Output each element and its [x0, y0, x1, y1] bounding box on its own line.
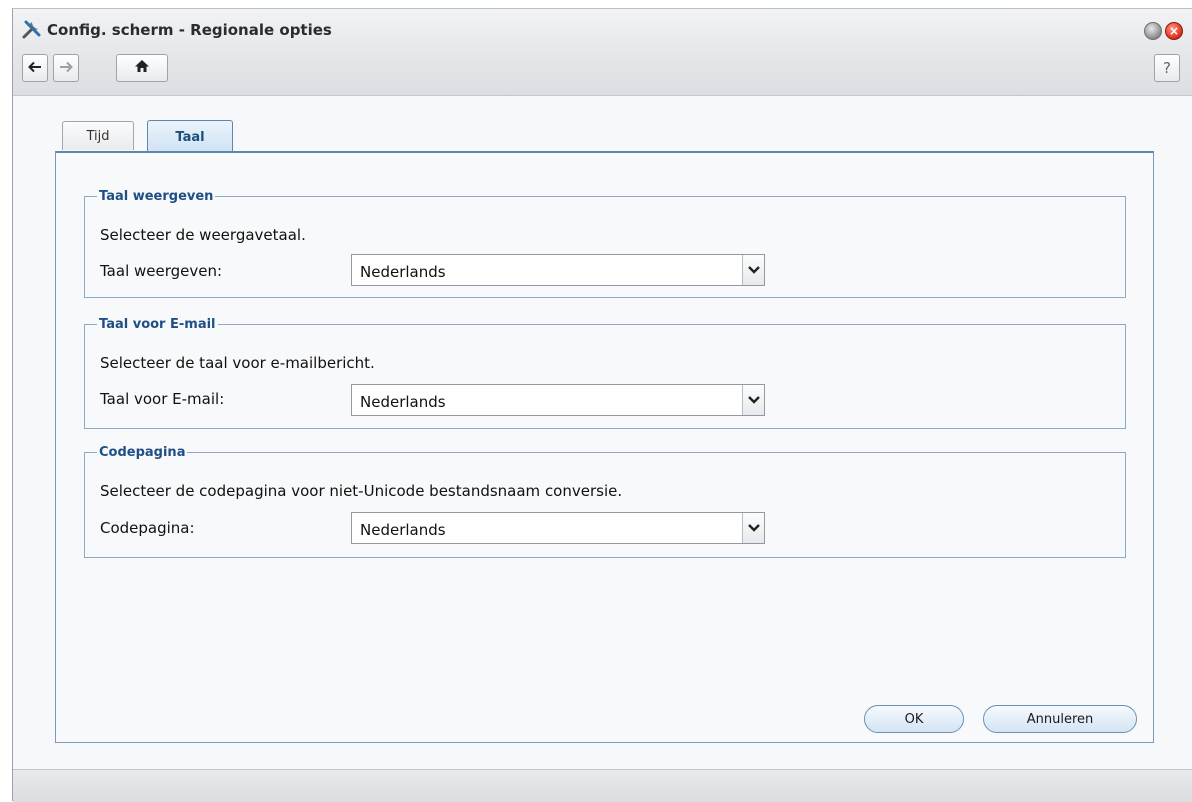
codepage-select[interactable]: Nederlands [351, 512, 765, 544]
chevron-down-icon[interactable] [742, 385, 764, 415]
help-button[interactable]: ? [1154, 54, 1180, 82]
status-bar [13, 769, 1192, 802]
cancel-button[interactable]: Annuleren [983, 705, 1137, 733]
minimize-button[interactable] [1144, 22, 1162, 40]
back-button[interactable] [22, 54, 48, 82]
chevron-down-icon[interactable] [742, 513, 764, 543]
group-legend: Codepagina [99, 445, 186, 460]
group-legend: Taal voor E-mail [99, 317, 216, 332]
group-description: Selecteer de taal voor e-mailbericht. [100, 354, 375, 372]
tab-panel-taal: Taal weergeven Selecteer de weergavetaal… [55, 151, 1154, 743]
close-icon: × [1168, 24, 1180, 38]
home-icon [134, 59, 150, 77]
field-label: Codepagina: [100, 519, 195, 537]
group-description: Selecteer de codepagina voor niet-Unicod… [100, 482, 623, 500]
selected-value: Nederlands [360, 393, 446, 411]
settings-tools-icon [21, 18, 43, 40]
title-bar: Config. scherm - Regionale opties × ? [13, 9, 1192, 96]
email-language-select[interactable]: Nederlands [351, 384, 765, 416]
tab-taal[interactable]: Taal [147, 120, 233, 153]
ok-button[interactable]: OK [864, 705, 964, 733]
forward-button[interactable] [53, 54, 79, 82]
display-language-group: Taal weergeven Selecteer de weergavetaal… [84, 189, 1126, 298]
codepage-group: Codepagina Selecteer de codepagina voor … [84, 445, 1126, 558]
group-description: Selecteer de weergavetaal. [100, 226, 306, 244]
field-label: Taal weergeven: [100, 262, 223, 280]
email-language-group: Taal voor E-mail Selecteer de taal voor … [84, 317, 1126, 429]
display-language-select[interactable]: Nederlands [351, 254, 765, 286]
app-window: Config. scherm - Regionale opties × ? Ti… [12, 8, 1192, 802]
close-button[interactable]: × [1165, 22, 1183, 40]
arrow-right-icon [59, 59, 73, 77]
home-button[interactable] [116, 54, 168, 82]
tab-tijd[interactable]: Tijd [62, 121, 134, 150]
window-title: Config. scherm - Regionale opties [47, 21, 332, 39]
chevron-down-icon[interactable] [742, 255, 764, 285]
group-legend: Taal weergeven [99, 189, 214, 204]
selected-value: Nederlands [360, 521, 446, 539]
selected-value: Nederlands [360, 263, 446, 281]
arrow-left-icon [28, 59, 42, 77]
field-label: Taal voor E-mail: [100, 390, 225, 408]
